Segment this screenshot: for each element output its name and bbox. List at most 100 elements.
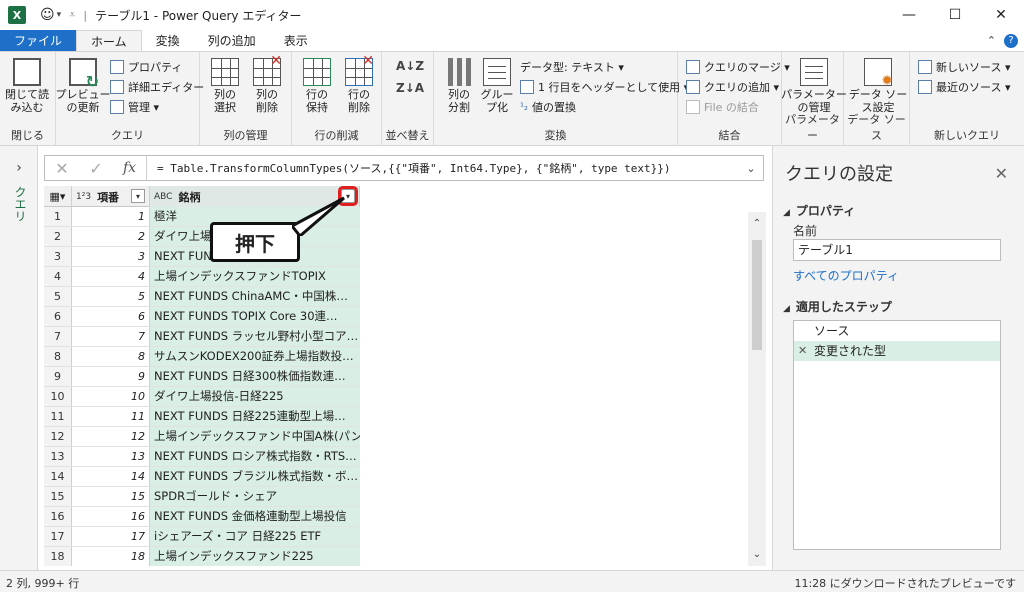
cell-index[interactable]: 10 (72, 387, 150, 406)
cell-index[interactable]: 6 (72, 307, 150, 326)
table-row[interactable]: 9 9 NEXT FUNDS 日経300株価指数連… (44, 367, 360, 387)
remove-rows-button[interactable]: 行の 削除 (336, 55, 382, 114)
queries-pane-label[interactable]: クエリ (12, 186, 29, 222)
cell-stock-name[interactable]: 上場インデックスファンドTOPIX (150, 267, 360, 286)
cancel-icon[interactable]: ✕ (45, 159, 79, 178)
maximize-button[interactable]: ☐ (932, 0, 978, 30)
all-properties-link[interactable]: すべてのプロパティ (793, 267, 899, 284)
table-row[interactable]: 18 18 上場インデックスファンド225 (44, 547, 360, 566)
row-number[interactable]: 12 (44, 427, 72, 446)
cell-index[interactable]: 8 (72, 347, 150, 366)
append-queries-button[interactable]: クエリの追加 ▾ (686, 78, 779, 96)
table-row[interactable]: 33NEXT FUNDS 型上場投… (44, 247, 360, 267)
tab-transform[interactable]: 変換 (142, 30, 194, 51)
row-number[interactable]: 10 (44, 387, 72, 406)
filter-dropdown-index[interactable]: ▾ (131, 189, 145, 203)
recent-sources-button[interactable]: 最近のソース ▾ (918, 78, 1010, 96)
chevron-down-icon[interactable]: ▾ (57, 10, 62, 20)
smiley-icon[interactable]: ☺ (40, 7, 55, 23)
column-header-index[interactable]: 1²3 項番 ▾ (72, 186, 150, 207)
properties-section[interactable]: ◢ プロパティ (783, 202, 855, 219)
table-row[interactable]: 16 16 NEXT FUNDS 金価格連動型上場投信 (44, 507, 360, 527)
cell-stock-name[interactable]: NEXT FUNDS 金価格連動型上場投信 (150, 507, 360, 526)
expand-queries-icon[interactable]: › (0, 160, 38, 176)
scroll-down-icon[interactable]: ⌄ (748, 549, 766, 560)
step-source[interactable]: ソース (794, 321, 1000, 341)
cell-stock-name[interactable]: NEXT FUNDS 日経225連動型上場… (150, 407, 360, 426)
data-type-dropdown[interactable]: データ型: テキスト ▾ (520, 58, 624, 76)
cell-index[interactable]: 16 (72, 507, 150, 526)
row-number[interactable]: 9 (44, 367, 72, 386)
row-number[interactable]: 11 (44, 407, 72, 426)
row-number[interactable]: 16 (44, 507, 72, 526)
minimize-button[interactable]: — (886, 0, 932, 30)
row-number[interactable]: 13 (44, 447, 72, 466)
integer-type-icon[interactable]: 1²3 (76, 192, 91, 202)
replace-values-button[interactable]: ¹₂ 値の置換 (520, 98, 576, 116)
fx-icon[interactable]: fx (113, 156, 147, 180)
applied-steps-section[interactable]: ◢ 適用したステップ (783, 298, 892, 315)
row-number[interactable]: 6 (44, 307, 72, 326)
cell-index[interactable]: 3 (72, 247, 150, 266)
data-source-settings-button[interactable]: データ ソー ス設定 (849, 58, 907, 114)
cell-stock-name[interactable]: 上場インデックスファンド中国A株(パン… (150, 427, 360, 446)
manage-parameters-button[interactable]: パラメーター の管理 (781, 58, 847, 114)
row-number[interactable]: 15 (44, 487, 72, 506)
customize-icon[interactable]: ⩡ (69, 8, 75, 22)
cell-stock-name[interactable]: NEXT FUNDS ラッセル野村小型コア… (150, 327, 360, 346)
remove-columns-button[interactable]: 列の 削除 (244, 55, 290, 114)
expand-formula-icon[interactable]: ⌄ (739, 162, 763, 175)
close-icon[interactable]: ✕ (995, 164, 1008, 183)
sort-ascending-icon[interactable]: A↓Z (396, 60, 424, 72)
cell-stock-name[interactable]: iシェアーズ・コア 日経225 ETF (150, 527, 360, 546)
cell-index[interactable]: 5 (72, 287, 150, 306)
table-row[interactable]: 5 5 NEXT FUNDS ChinaAMC・中国株… (44, 287, 360, 307)
row-number[interactable]: 14 (44, 467, 72, 486)
step-changed-type[interactable]: ✕ 変更された型 (794, 341, 1000, 361)
table-menu-icon[interactable]: ▦▾ (44, 186, 72, 207)
row-number[interactable]: 17 (44, 527, 72, 546)
cell-stock-name[interactable]: NEXT FUNDS TOPIX Core 30連… (150, 307, 360, 326)
cell-stock-name[interactable]: SPDRゴールド・シェア (150, 487, 360, 506)
choose-columns-button[interactable]: 列の 選択 (202, 58, 248, 114)
close-and-load-button[interactable]: 閉じて読 み込む (4, 58, 50, 114)
tab-view[interactable]: 表示 (270, 30, 322, 51)
table-row[interactable]: 17 17 iシェアーズ・コア 日経225 ETF (44, 527, 360, 547)
cell-stock-name[interactable]: NEXT FUNDS 日経300株価指数連… (150, 367, 360, 386)
cell-index[interactable]: 14 (72, 467, 150, 486)
row-number[interactable]: 1 (44, 207, 72, 226)
table-row[interactable]: 11 11 NEXT FUNDS 日経225連動型上場… (44, 407, 360, 427)
cell-stock-name[interactable]: サムスンKODEX200証券上場指数投… (150, 347, 360, 366)
delete-step-icon[interactable]: ✕ (798, 341, 807, 361)
table-row[interactable]: 7 7 NEXT FUNDS ラッセル野村小型コア… (44, 327, 360, 347)
tab-add-column[interactable]: 列の追加 (194, 30, 270, 51)
properties-button[interactable]: プロパティ (110, 58, 182, 76)
cell-index[interactable]: 18 (72, 547, 150, 566)
cell-stock-name[interactable]: NEXT FUNDS ブラジル株式指数・ボ… (150, 467, 360, 486)
row-number[interactable]: 4 (44, 267, 72, 286)
cell-stock-name[interactable]: NEXT FUNDS ロシア株式指数・RTS… (150, 447, 360, 466)
use-first-row-header-button[interactable]: 1 行目をヘッダーとして使用 ▾ (520, 78, 689, 96)
help-icon[interactable]: ? (1004, 33, 1018, 48)
vertical-scrollbar[interactable]: ⌃ ⌄ (748, 212, 766, 566)
group-by-button[interactable]: グルー プ化 (474, 58, 520, 114)
table-row[interactable]: 12 12 上場インデックスファンド中国A株(パン… (44, 427, 360, 447)
cell-index[interactable]: 17 (72, 527, 150, 546)
table-row[interactable]: 13 13 NEXT FUNDS ロシア株式指数・RTS… (44, 447, 360, 467)
collapse-ribbon-icon[interactable]: ⌃ (987, 34, 996, 47)
text-type-icon[interactable]: ABC (154, 192, 172, 202)
keep-rows-button[interactable]: 行の 保持 (294, 58, 340, 114)
cell-index[interactable]: 12 (72, 427, 150, 446)
table-row[interactable]: 8 8 サムスンKODEX200証券上場指数投… (44, 347, 360, 367)
tab-home[interactable]: ホーム (76, 30, 142, 51)
cell-stock-name[interactable]: 上場インデックスファンド225 (150, 547, 360, 566)
row-number[interactable]: 18 (44, 547, 72, 566)
sort-descending-icon[interactable]: Z↓A (396, 82, 424, 94)
cell-index[interactable]: 15 (72, 487, 150, 506)
cell-stock-name[interactable]: ダイワ上場投信-日経225 (150, 387, 360, 406)
cell-index[interactable]: 1 (72, 207, 150, 226)
scroll-up-icon[interactable]: ⌃ (748, 218, 766, 229)
query-name-input[interactable]: テーブル1 (793, 239, 1001, 261)
row-number[interactable]: 3 (44, 247, 72, 266)
manage-button[interactable]: 管理 ▾ (110, 98, 159, 116)
